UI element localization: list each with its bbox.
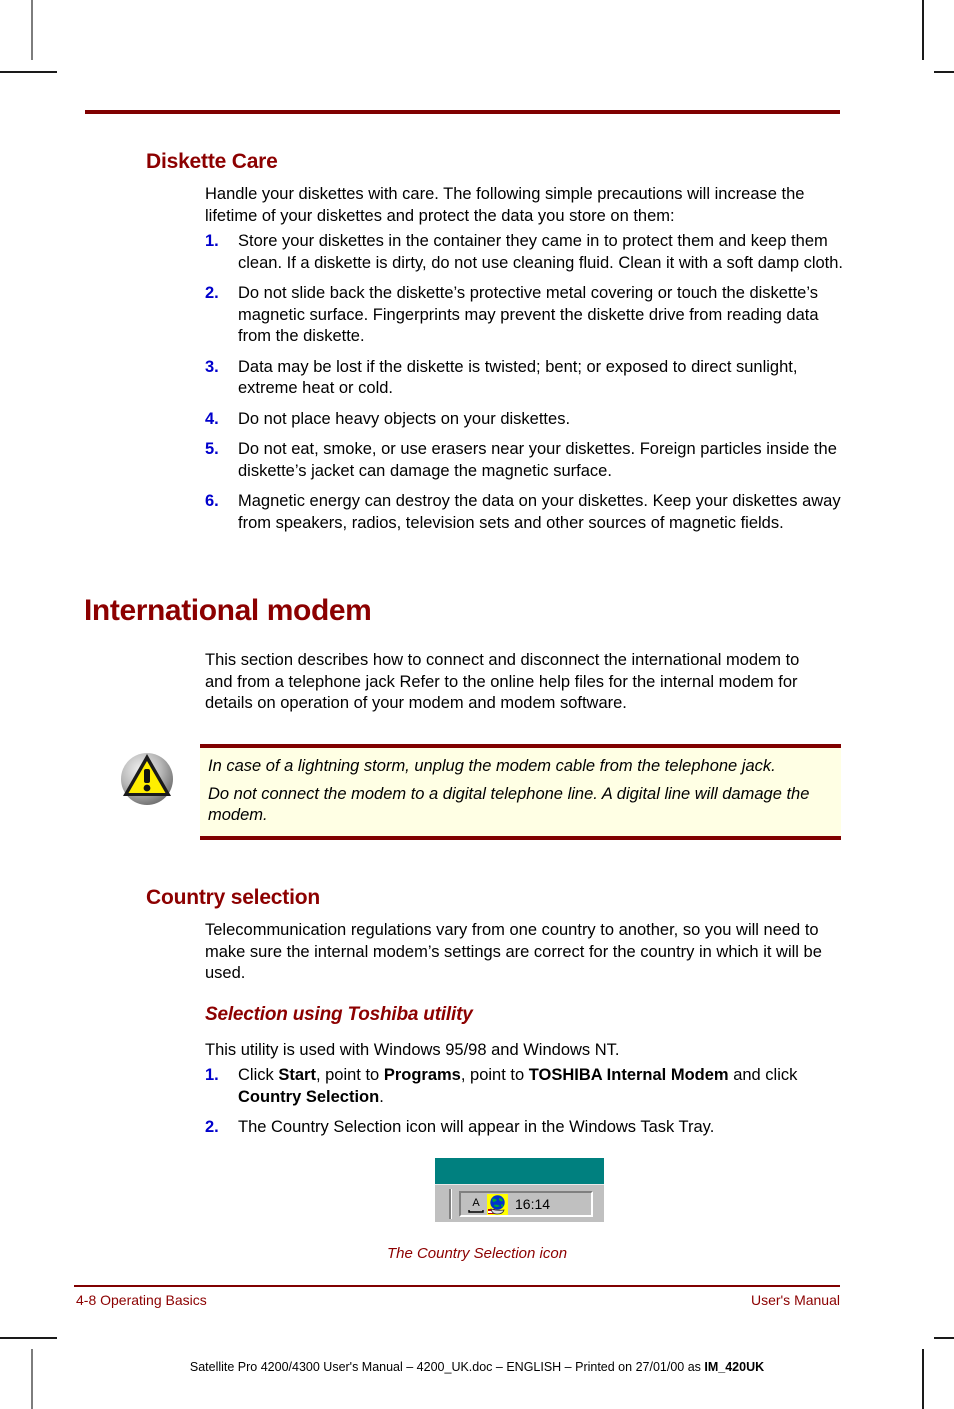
footer-page-section: 4-8 Operating Basics [76, 1292, 207, 1308]
windows-taskbar: A 16:14 [435, 1184, 604, 1222]
list-marker: 2. [205, 1118, 219, 1136]
list-item-text: Do not slide back the diskette’s protect… [238, 284, 819, 345]
taskbar-divider [449, 1189, 452, 1219]
crop-mark-top-left-horizontal [0, 71, 57, 73]
list-item-text: Data may be lost if the diskette is twis… [238, 357, 798, 398]
print-line-docid: IM_420UK [704, 1360, 765, 1374]
paragraph-diskette-care-intro: Handle your diskettes with care. The fol… [205, 185, 805, 225]
figure-windows-task-tray: A 16:14 [435, 1158, 604, 1222]
figure-caption: The Country Selection icon [386, 1245, 568, 1262]
system-tray: A 16:14 [459, 1191, 593, 1217]
crop-mark-top-left-vertical [31, 0, 33, 60]
list-marker: 1. [205, 232, 219, 250]
caution-line: In case of a lightning storm, unplug the… [208, 757, 776, 775]
list-item-text: The Country Selection icon will appear i… [238, 1118, 715, 1136]
crop-mark-bottom-left-vertical [31, 1349, 33, 1409]
header-rule [85, 110, 840, 114]
list-marker: 4. [205, 409, 219, 428]
list-diskette-care: 1. Store your diskettes in the container… [205, 231, 845, 543]
list-marker: 2. [205, 284, 219, 302]
country-selection-globe-icon[interactable] [487, 1193, 508, 1215]
list-marker: 1. [205, 1066, 219, 1084]
list-item: 5. Do not eat, smoke, or use erasers nea… [205, 439, 845, 482]
caution-line: Do not connect the modem to a digital te… [208, 784, 810, 825]
heading-international-modem: International modem [84, 594, 372, 627]
list-item: 3. Data may be lost if the diskette is t… [205, 357, 845, 400]
manual-page: Diskette Care Handle your diskettes with… [0, 0, 954, 1409]
list-item-text: Do not eat, smoke, or use erasers near y… [238, 440, 837, 480]
footer-rule [74, 1285, 840, 1287]
list-item-text: Do not place heavy objects on your diske… [238, 409, 571, 428]
list-item-text: Magnetic energy can destroy the data on … [238, 492, 841, 532]
tray-clock[interactable]: 16:14 [515, 1197, 550, 1211]
list-item: 4. Do not place heavy objects on your di… [205, 409, 845, 431]
crop-mark-top-right-vertical [922, 0, 924, 60]
paragraph-toshiba-utility-intro: This utility is used with Windows 95/98 … [205, 1041, 620, 1059]
list-marker: 3. [205, 357, 219, 376]
list-item-text: Click Start, point to Programs, point to… [238, 1066, 798, 1106]
print-production-line: Satellite Pro 4200/4300 User's Manual – … [0, 1360, 954, 1374]
list-item: 6. Magnetic energy can destroy the data … [205, 491, 845, 534]
crop-mark-bottom-left-horizontal [0, 1337, 57, 1339]
crop-mark-top-right-horizontal [934, 71, 954, 73]
list-country-selection-steps: 1. Click Start, point to Programs, point… [205, 1065, 845, 1148]
heading-selection-using-toshiba-utility: Selection using Toshiba utility [205, 1004, 473, 1025]
caution-box: In case of a lightning storm, unplug the… [200, 744, 841, 840]
paragraph-country-selection-intro: Telecommunication regulations vary from … [205, 921, 822, 982]
crop-mark-bottom-right-vertical [922, 1349, 924, 1409]
svg-text:A: A [472, 1197, 480, 1209]
list-marker: 6. [205, 492, 219, 510]
paragraph-international-modem-intro: This section describes how to connect an… [205, 651, 800, 712]
footer-manual-label: User's Manual [750, 1292, 840, 1308]
keyboard-layout-a-icon[interactable]: A [466, 1194, 486, 1214]
list-marker: 5. [205, 440, 219, 458]
list-item: 2. The Country Selection icon will appea… [205, 1117, 845, 1139]
heading-country-selection: Country selection [146, 886, 320, 909]
warning-triangle-icon [118, 748, 180, 810]
desktop-teal-background [435, 1158, 604, 1184]
list-item: 1. Click Start, point to Programs, point… [205, 1065, 845, 1108]
heading-diskette-care: Diskette Care [146, 150, 278, 173]
list-item: 1. Store your diskettes in the container… [205, 231, 845, 274]
print-line-text: Satellite Pro 4200/4300 User's Manual – … [189, 1360, 705, 1374]
list-item-text: Store your diskettes in the container th… [238, 232, 844, 272]
list-item: 2. Do not slide back the diskette’s prot… [205, 283, 845, 348]
crop-mark-bottom-right-horizontal [934, 1337, 954, 1339]
